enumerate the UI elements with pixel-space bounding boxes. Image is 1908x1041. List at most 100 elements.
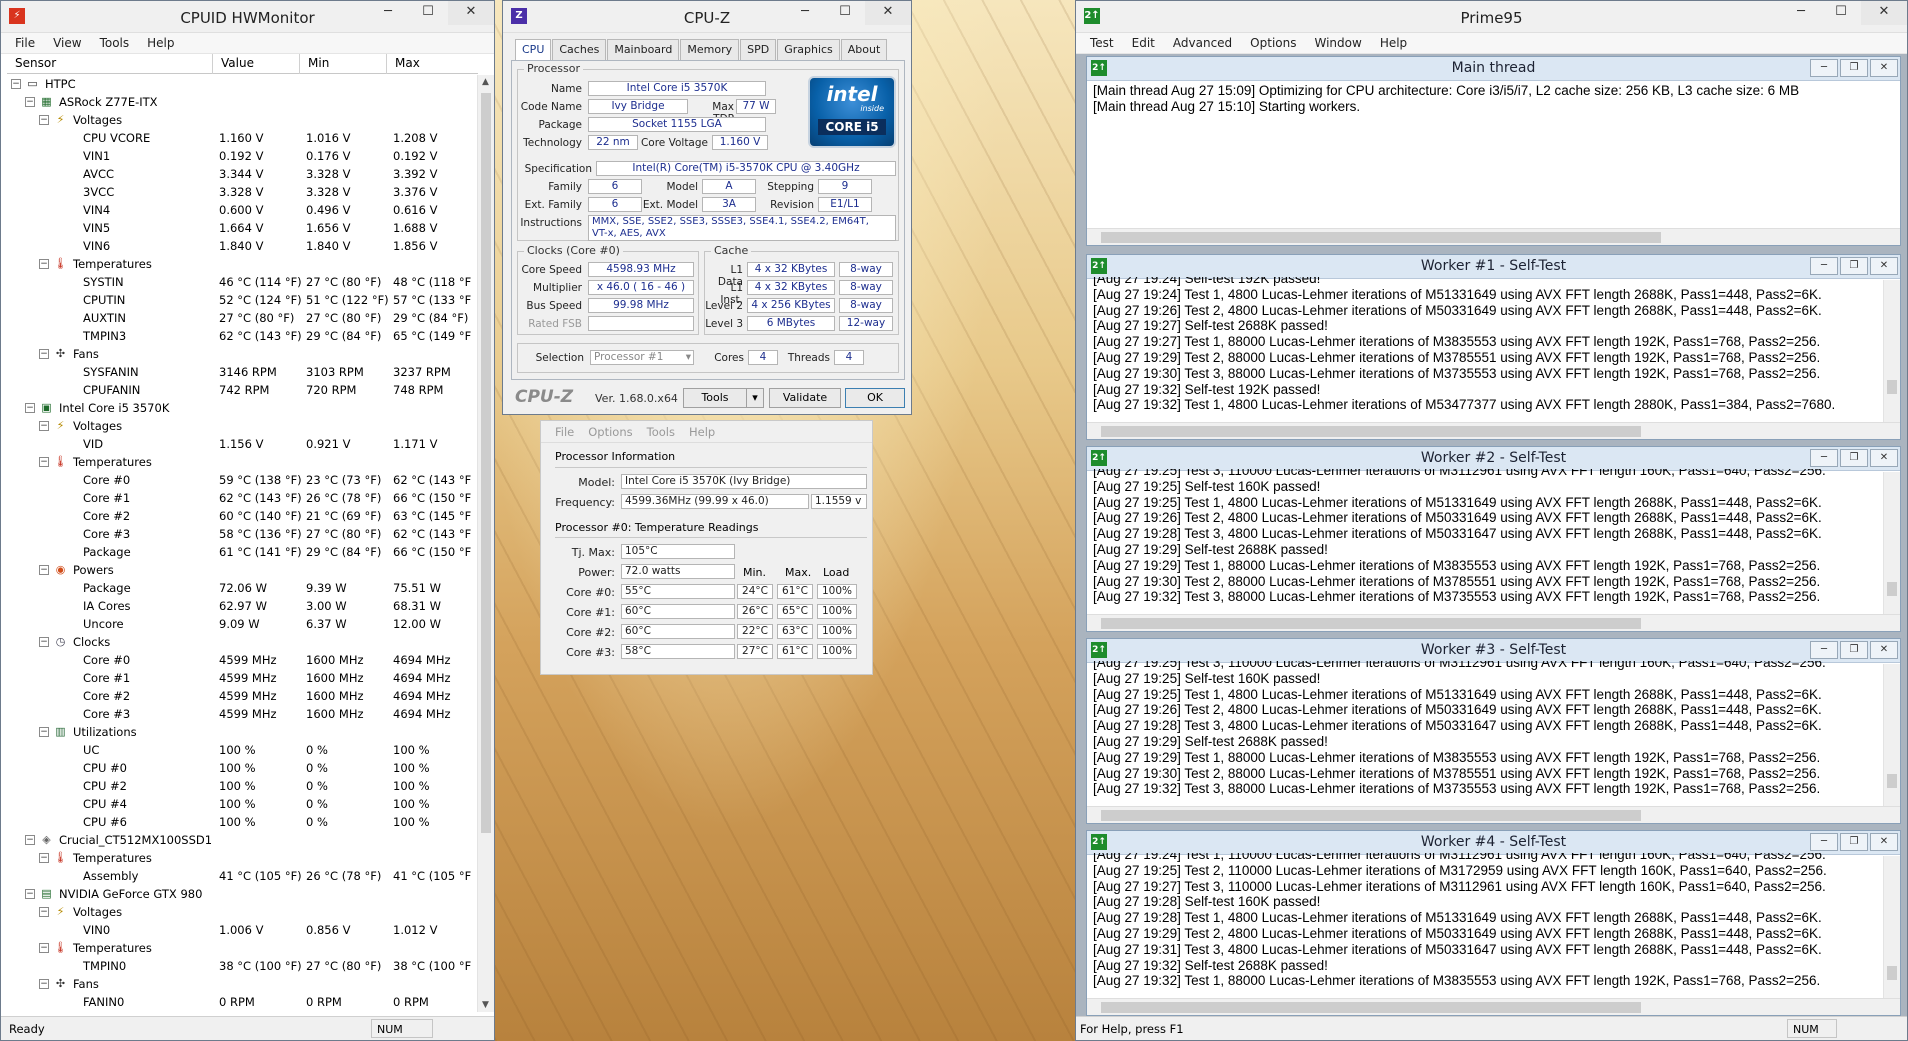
sensor-group[interactable]: − 🌡 Temperatures: [7, 849, 472, 867]
menu-view[interactable]: View: [45, 33, 89, 53]
menu-advanced[interactable]: Advanced: [1165, 33, 1240, 53]
sensor-group[interactable]: − ✣ Fans: [7, 975, 472, 993]
device-node[interactable]: − ▤ NVIDIA GeForce GTX 980: [7, 885, 472, 903]
sensor-row[interactable]: CPUTIN 52 °C (124 °F) 51 °C (122 °F) 57 °C …: [7, 291, 472, 309]
worker-titlebar[interactable]: 2↑ Worker #3 - Self-Test ─ ❐ ✕: [1087, 639, 1900, 663]
sensor-row[interactable]: Package 72.06 W 9.39 W 75.51 W: [7, 579, 472, 597]
minimize-button[interactable]: ─: [1810, 257, 1838, 275]
tab-mainboard[interactable]: Mainboard: [607, 39, 680, 61]
tab-graphics[interactable]: Graphics: [777, 39, 840, 61]
menu-help[interactable]: Help: [1372, 33, 1415, 53]
sensor-row[interactable]: Core #0 4599 MHz 1600 MHz 4694 MHz: [7, 651, 472, 669]
restore-button[interactable]: ❐: [1840, 59, 1868, 77]
tools-dropdown-arrow[interactable]: ▾: [746, 388, 764, 408]
close-button[interactable]: ✕: [1870, 833, 1898, 851]
column-max[interactable]: Max: [387, 54, 478, 74]
scrollbar-thumb[interactable]: [1887, 966, 1897, 980]
sensor-row[interactable]: UC 100 % 0 % 100 %: [7, 741, 472, 759]
collapse-toggle-icon[interactable]: −: [39, 421, 49, 431]
menu-options[interactable]: Options: [1242, 33, 1304, 53]
worker-titlebar[interactable]: 2↑ Main thread ─ ❐ ✕: [1087, 57, 1900, 81]
sensor-row[interactable]: 3VCC 3.328 V 3.328 V 3.376 V: [7, 183, 472, 201]
maximize-button[interactable]: ☐: [825, 1, 865, 25]
menu-edit[interactable]: Edit: [1124, 33, 1163, 53]
sensor-row[interactable]: Core #3 4599 MHz 1600 MHz 4694 MHz: [7, 705, 472, 723]
sensor-row[interactable]: AVCC 3.344 V 3.328 V 3.392 V: [7, 165, 472, 183]
sensor-tree-scrollbar[interactable]: ▲ ▼: [477, 75, 494, 1012]
sensor-row[interactable]: IA Cores 62.97 W 3.00 W 68.31 W: [7, 597, 472, 615]
sensor-row[interactable]: VIN1 0.192 V 0.176 V 0.192 V: [7, 147, 472, 165]
collapse-toggle-icon[interactable]: −: [25, 835, 35, 845]
scrollbar-thumb[interactable]: [481, 93, 491, 833]
sensor-row[interactable]: Core #1 4599 MHz 1600 MHz 4694 MHz: [7, 669, 472, 687]
log-vertical-scrollbar[interactable]: [1883, 472, 1900, 614]
menu-window[interactable]: Window: [1306, 33, 1369, 53]
prime95-titlebar[interactable]: 2↑ Prime95 ─ ☐ ✕: [1076, 1, 1907, 33]
sensor-row[interactable]: Core #1 62 °C (143 °F) 26 °C (78 °F) 66 °C …: [7, 489, 472, 507]
close-button[interactable]: ✕: [865, 1, 911, 25]
log-vertical-scrollbar[interactable]: [1883, 856, 1900, 998]
scrollbar-thumb[interactable]: [1101, 232, 1661, 243]
sensor-group[interactable]: − ⚡ Voltages: [7, 903, 472, 921]
scrollbar-thumb[interactable]: [1887, 774, 1897, 788]
menu-tools[interactable]: Tools: [641, 421, 681, 442]
restore-button[interactable]: ❐: [1840, 257, 1868, 275]
cpuz-titlebar[interactable]: Z CPU-Z ─ ☐ ✕: [503, 1, 911, 33]
minimize-button[interactable]: ─: [1810, 833, 1838, 851]
close-button[interactable]: ✕: [1861, 1, 1907, 25]
sensor-row[interactable]: Core #3 58 °C (136 °F) 27 °C (80 °F) 62 °C …: [7, 525, 472, 543]
scroll-up-arrow-icon[interactable]: ▲: [482, 77, 489, 87]
menu-help[interactable]: Help: [683, 421, 721, 442]
minimize-button[interactable]: ─: [1810, 59, 1838, 77]
scrollbar-thumb[interactable]: [1101, 618, 1641, 629]
device-node[interactable]: − ▣ Intel Core i5 3570K: [7, 399, 472, 417]
sensor-group[interactable]: − ◉ Powers: [7, 561, 472, 579]
collapse-toggle-icon[interactable]: −: [39, 637, 49, 647]
restore-button[interactable]: ❐: [1840, 449, 1868, 467]
sensor-row[interactable]: SYSFANIN 3146 RPM 3103 RPM 3237 RPM: [7, 363, 472, 381]
tab-spd[interactable]: SPD: [740, 39, 777, 61]
device-node[interactable]: − ▭ HTPC: [7, 75, 472, 93]
collapse-toggle-icon[interactable]: −: [39, 565, 49, 575]
sensor-row[interactable]: AUXTIN 27 °C (80 °F) 27 °C (80 °F) 29 °C (8…: [7, 309, 472, 327]
log-vertical-scrollbar[interactable]: [1883, 280, 1900, 422]
sensor-group[interactable]: − ⚡ Voltages: [7, 417, 472, 435]
collapse-toggle-icon[interactable]: −: [39, 457, 49, 467]
sensor-row[interactable]: VIN4 0.600 V 0.496 V 0.616 V: [7, 201, 472, 219]
collapse-toggle-icon[interactable]: −: [39, 979, 49, 989]
minimize-button[interactable]: ─: [1810, 449, 1838, 467]
menu-file[interactable]: File: [7, 33, 43, 53]
tab-memory[interactable]: Memory: [680, 39, 740, 61]
log-horizontal-scrollbar[interactable]: [1087, 228, 1900, 245]
sensor-row[interactable]: CPUFANIN 742 RPM 720 RPM 748 RPM: [7, 381, 472, 399]
collapse-toggle-icon[interactable]: −: [25, 97, 35, 107]
sensor-row[interactable]: Core #2 60 °C (140 °F) 21 °C (69 °F) 63 °C …: [7, 507, 472, 525]
log-horizontal-scrollbar[interactable]: [1087, 998, 1900, 1015]
worker-titlebar[interactable]: 2↑ Worker #1 - Self-Test ─ ❐ ✕: [1087, 255, 1900, 279]
sensor-group[interactable]: − 🌡 Temperatures: [7, 453, 472, 471]
sensor-group[interactable]: − ▥ Utilizations: [7, 723, 472, 741]
log-horizontal-scrollbar[interactable]: [1087, 422, 1900, 439]
log-vertical-scrollbar[interactable]: [1883, 664, 1900, 806]
sensor-group[interactable]: − ◷ Clocks: [7, 633, 472, 651]
collapse-toggle-icon[interactable]: −: [39, 115, 49, 125]
log-horizontal-scrollbar[interactable]: [1087, 806, 1900, 823]
collapse-toggle-icon[interactable]: −: [39, 349, 49, 359]
sensor-row[interactable]: FANIN0 0 RPM 0 RPM 0 RPM: [7, 993, 472, 1011]
sensor-row[interactable]: SYSTIN 46 °C (114 °F) 27 °C (80 °F) 48 °C (…: [7, 273, 472, 291]
sensor-row[interactable]: Uncore 9.09 W 6.37 W 12.00 W: [7, 615, 472, 633]
sensor-row[interactable]: VIN0 1.006 V 0.856 V 1.012 V: [7, 921, 472, 939]
close-button[interactable]: ✕: [1870, 257, 1898, 275]
processor-select[interactable]: Processor #1 ▾: [590, 350, 694, 365]
close-button[interactable]: ✕: [1870, 449, 1898, 467]
sensor-group[interactable]: − 🌡 Temperatures: [7, 939, 472, 957]
sensor-row[interactable]: TMPIN3 62 °C (143 °F) 29 °C (84 °F) 65 °C (…: [7, 327, 472, 345]
collapse-toggle-icon[interactable]: −: [25, 889, 35, 899]
worker-titlebar[interactable]: 2↑ Worker #2 - Self-Test ─ ❐ ✕: [1087, 447, 1900, 471]
device-node[interactable]: − ◈ Crucial_CT512MX100SSD1: [7, 831, 472, 849]
collapse-toggle-icon[interactable]: −: [11, 79, 21, 89]
tab-cpu[interactable]: CPU: [515, 39, 552, 61]
tab-caches[interactable]: Caches: [552, 39, 607, 61]
menu-file[interactable]: File: [549, 421, 580, 442]
column-value[interactable]: Value: [213, 54, 300, 74]
